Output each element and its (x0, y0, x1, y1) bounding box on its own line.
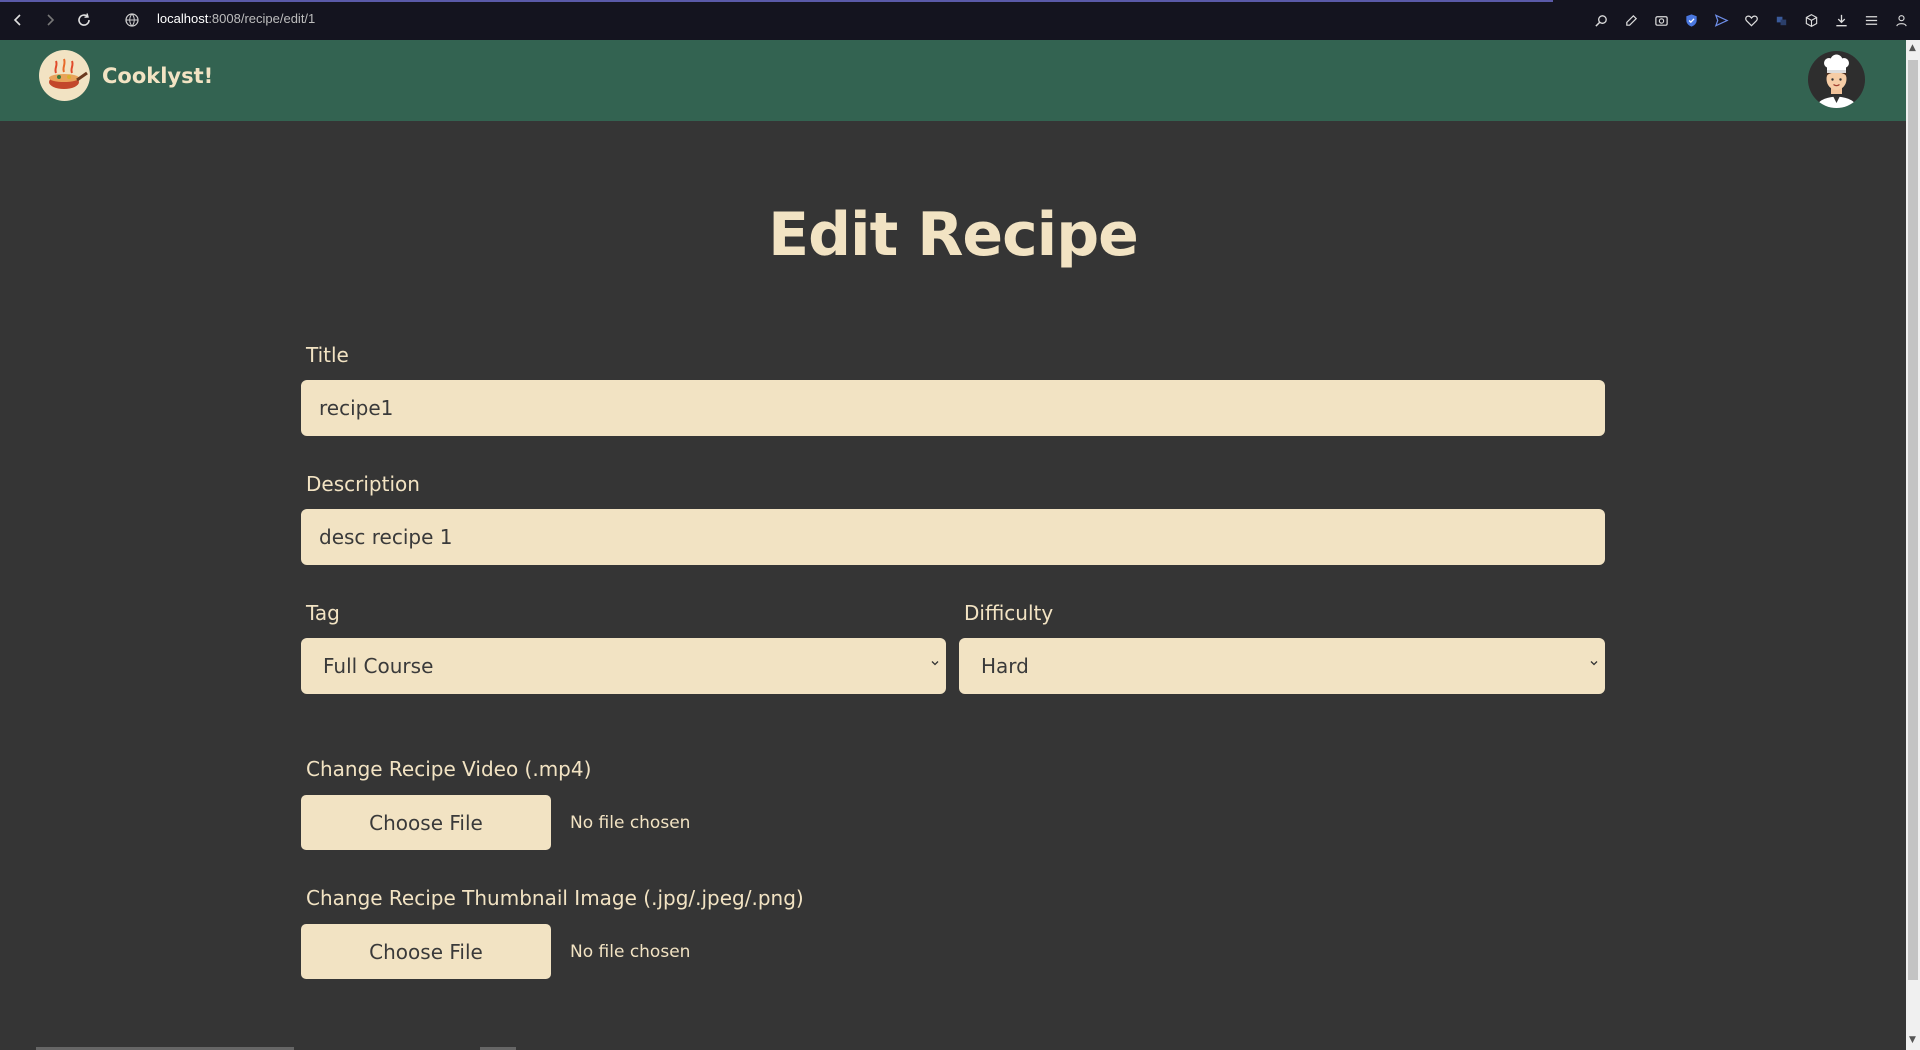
back-icon[interactable] (6, 8, 30, 32)
difficulty-select-value: Hard (981, 654, 1029, 678)
zoom-icon[interactable] (1590, 8, 1612, 32)
url-path: :8008/recipe/edit/1 (208, 11, 316, 26)
chef-avatar-icon[interactable] (1808, 51, 1865, 108)
cube-icon[interactable] (1800, 8, 1822, 32)
heart-icon[interactable] (1740, 8, 1762, 32)
tag-select-value: Full Course (323, 654, 434, 678)
forward-icon[interactable] (38, 8, 62, 32)
scroll-down-icon[interactable]: ▼ (1909, 1035, 1916, 1045)
thumbnail-upload-label: Change Recipe Thumbnail Image (.jpg/.jpe… (306, 886, 804, 910)
shield-icon[interactable] (1680, 8, 1702, 32)
download-icon[interactable] (1830, 8, 1852, 32)
description-input[interactable]: desc recipe 1 (301, 509, 1605, 565)
scroll-up-icon[interactable]: ▲ (1909, 43, 1916, 53)
send-icon[interactable] (1710, 8, 1732, 32)
url-host: localhost (157, 11, 209, 26)
brand-name[interactable]: Cooklyst! (102, 64, 213, 88)
description-label: Description (306, 472, 420, 496)
menu-icon[interactable] (1860, 8, 1882, 32)
translate-icon[interactable] (1770, 8, 1792, 32)
app-header: Cooklyst! (0, 40, 1906, 121)
video-upload-label: Change Recipe Video (.mp4) (306, 757, 592, 781)
page-title: Edit Recipe (768, 200, 1139, 270)
difficulty-select[interactable]: Hard (959, 638, 1605, 694)
video-file-status: No file chosen (570, 813, 691, 833)
title-input[interactable]: recipe1 (301, 380, 1605, 436)
thumbnail-choose-file-button[interactable]: Choose File (301, 924, 551, 979)
address-bar[interactable]: localhost:8008/recipe/edit/1 (157, 11, 315, 26)
page-load-progress (0, 0, 1553, 2)
title-label: Title (306, 343, 349, 367)
reload-icon[interactable] (72, 8, 96, 32)
difficulty-label: Difficulty (964, 601, 1054, 625)
toolbar-icons (1590, 8, 1912, 32)
thumbnail-file-status: No file chosen (570, 942, 691, 962)
vertical-scrollbar[interactable]: ▲ ▼ (1906, 40, 1920, 1050)
scroll-thumb[interactable] (1908, 60, 1918, 980)
edit-icon[interactable] (1620, 8, 1642, 32)
tag-label: Tag (306, 601, 340, 625)
description-input-value: desc recipe 1 (319, 525, 453, 549)
profile-icon[interactable] (1890, 8, 1912, 32)
video-choose-file-button[interactable]: Choose File (301, 795, 551, 850)
chevron-down-icon (931, 661, 939, 666)
browser-toolbar: localhost:8008/recipe/edit/1 (0, 0, 1920, 40)
cooking-pot-logo-icon[interactable] (39, 50, 90, 101)
chevron-down-icon (1590, 661, 1598, 666)
site-info-icon[interactable] (120, 8, 144, 32)
title-input-value: recipe1 (319, 396, 394, 420)
tag-select[interactable]: Full Course (301, 638, 946, 694)
camera-icon[interactable] (1650, 8, 1672, 32)
